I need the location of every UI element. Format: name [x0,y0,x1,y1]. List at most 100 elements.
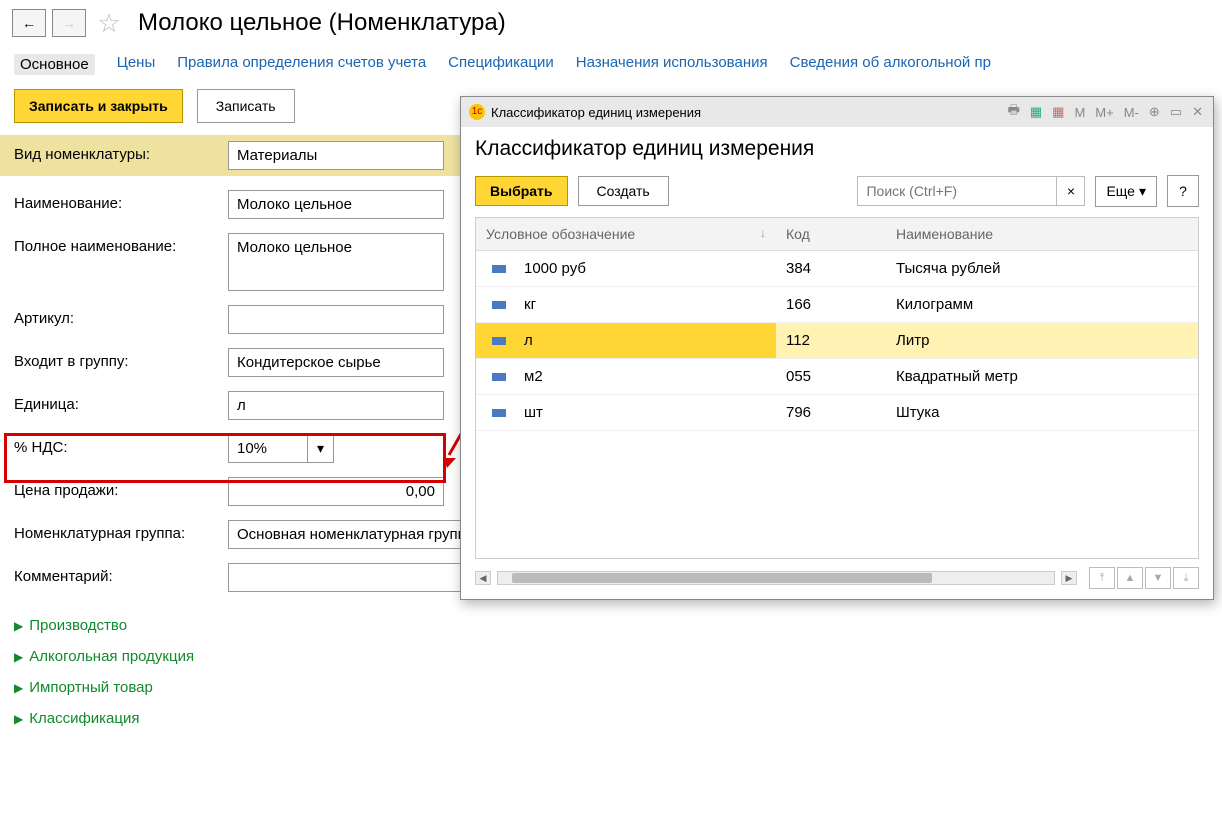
cell-code: 112 [776,323,886,358]
sort-down-icon: ↓ [760,226,766,242]
collapsible-section[interactable]: ▶ Импортный товар [14,672,1208,703]
cell-name: Литр [886,323,1198,358]
cell-code: 384 [776,251,886,286]
modal-titlebar[interactable]: 1c Классификатор единиц измерения 🖶 ▦ ▦ … [461,97,1213,127]
search-clear-icon[interactable]: × [1057,176,1085,206]
nav-forward-button[interactable]: → [52,9,86,37]
fullname-input[interactable] [228,233,444,291]
nav-up-icon[interactable]: ▲ [1117,567,1143,589]
collapsible-label: Импортный товар [29,679,153,696]
item-icon [492,337,506,345]
collapsible-section[interactable]: ▶ Производство [14,610,1208,641]
cell-symbol: 1000 руб [524,260,586,277]
mplus-icon[interactable]: M+ [1093,105,1115,120]
unit-classifier-modal: 1c Классификатор единиц измерения 🖶 ▦ ▦ … [460,96,1214,600]
cell-symbol: л [524,332,533,349]
cell-symbol: кг [524,296,536,313]
label-nomgroup: Номенклатурная группа: [14,520,228,542]
m-icon[interactable]: M [1072,105,1087,120]
unit-input[interactable] [228,391,444,420]
col-name[interactable]: Наименование [886,218,1198,250]
nav-last-icon[interactable]: ⤓ [1173,567,1199,589]
tab-main[interactable]: Основное [14,54,95,75]
label-type: Вид номенклатуры: [14,141,228,163]
col-code[interactable]: Код [776,218,886,250]
name-input[interactable] [228,190,444,219]
chevron-down-icon: ▾ [1139,183,1146,200]
label-comment: Комментарий: [14,563,228,585]
table-row[interactable]: кг 166Килограмм [476,287,1198,323]
modal-create-button[interactable]: Создать [578,176,669,206]
close-icon[interactable]: ✕ [1190,104,1205,120]
label-name: Наименование: [14,190,228,212]
label-price: Цена продажи: [14,477,228,499]
tab-specs[interactable]: Спецификации [448,54,554,75]
print-icon[interactable]: 🖶 [1006,101,1022,123]
article-input[interactable] [228,305,444,334]
modal-more-button[interactable]: Еще▾ [1095,176,1157,207]
cell-code: 166 [776,287,886,322]
collapsible-label: Классификация [29,710,139,727]
cell-name: Килограмм [886,287,1198,322]
vat-dropdown-icon[interactable]: ▾ [308,434,334,463]
chevron-right-icon: ▶ [14,619,23,633]
modal-search-input[interactable] [857,176,1057,206]
tab-usage[interactable]: Назначения использования [576,54,768,75]
minimize-icon[interactable]: ▭ [1168,104,1184,120]
cell-name: Квадратный метр [886,359,1198,394]
type-input[interactable] [228,141,444,170]
table-row[interactable]: 1000 руб 384Тысяча рублей [476,251,1198,287]
chevron-right-icon: ▶ [14,712,23,726]
cell-symbol: шт [524,404,543,421]
tab-rules[interactable]: Правила определения счетов учета [177,54,426,75]
table-row[interactable]: л 112Литр [476,323,1198,359]
mminus-icon[interactable]: M- [1122,105,1141,120]
tabs-bar: Основное Цены Правила определения счетов… [0,46,1222,85]
favorite-star-icon[interactable]: ☆ [92,6,126,40]
chevron-right-icon: ▶ [14,681,23,695]
label-vat: % НДС: [14,434,228,456]
scroll-left-icon[interactable]: ◀ [475,571,491,585]
save-close-button[interactable]: Записать и закрыть [14,89,183,123]
item-icon [492,409,506,417]
save-button[interactable]: Записать [197,89,295,123]
cell-code: 796 [776,395,886,430]
cell-code: 055 [776,359,886,394]
collapsible-label: Алкогольная продукция [29,648,194,665]
label-article: Артикул: [14,305,228,327]
calendar-icon[interactable]: ▦ [1050,104,1066,120]
cell-symbol: м2 [524,368,543,385]
app-1c-icon: 1c [469,104,485,120]
units-table: Условное обозначение↓ Код Наименование 1… [475,217,1199,559]
item-icon [492,301,506,309]
price-input[interactable] [228,477,444,506]
chevron-right-icon: ▶ [14,650,23,664]
calc-icon[interactable]: ▦ [1028,104,1044,120]
modal-header: Классификатор единиц измерения [461,127,1213,169]
nav-down-icon[interactable]: ▼ [1145,567,1171,589]
collapsible-section[interactable]: ▶ Алкогольная продукция [14,641,1208,672]
cell-name: Тысяча рублей [886,251,1198,286]
modal-window-title: Классификатор единиц измерения [491,105,701,120]
modal-help-button[interactable]: ? [1167,175,1199,207]
item-icon [492,373,506,381]
tab-prices[interactable]: Цены [117,54,156,75]
scroll-right-icon[interactable]: ▶ [1061,571,1077,585]
group-input[interactable] [228,348,444,377]
collapsible-label: Производство [29,617,127,634]
nav-first-icon[interactable]: ⤒ [1089,567,1115,589]
collapsible-section[interactable]: ▶ Классификация [14,703,1208,734]
vat-input[interactable] [228,434,308,463]
horizontal-scrollbar[interactable] [497,571,1055,585]
table-row[interactable]: м2 055Квадратный метр [476,359,1198,395]
modal-select-button[interactable]: Выбрать [475,176,568,206]
label-fullname: Полное наименование: [14,233,228,255]
cell-name: Штука [886,395,1198,430]
page-title: Молоко цельное (Номенклатура) [138,9,506,37]
table-row[interactable]: шт 796Штука [476,395,1198,431]
tab-alcohol[interactable]: Сведения об алкогольной пр [790,54,991,75]
label-group: Входит в группу: [14,348,228,370]
col-symbol[interactable]: Условное обозначение↓ [476,218,776,250]
zoom-icon[interactable]: ⊕ [1147,104,1162,120]
nav-back-button[interactable]: ← [12,9,46,37]
